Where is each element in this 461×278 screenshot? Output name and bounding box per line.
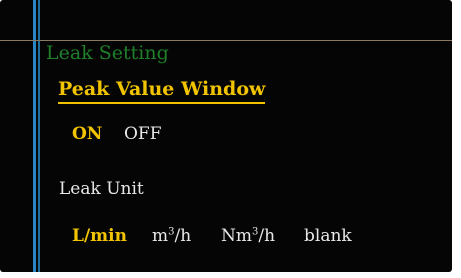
unit-m3h-base: m	[152, 226, 169, 246]
unit-option-blank[interactable]: blank	[304, 225, 352, 247]
page-heading: Leak Setting	[46, 42, 169, 64]
unit-option-m3h[interactable]: m3/h	[152, 225, 191, 247]
peak-option-on[interactable]: ON	[72, 123, 102, 145]
peak-value-window-title[interactable]: Peak Value Window	[58, 77, 266, 104]
unit-nm3h-base: Nm	[221, 226, 252, 246]
leak-unit-label: Leak Unit	[59, 179, 144, 199]
unit-option-nm3h[interactable]: Nm3/h	[221, 225, 275, 247]
screen: Leak Setting Peak Value Window ON OFF Le…	[0, 0, 461, 278]
unit-nm3h-suffix: /h	[258, 226, 276, 246]
settings-panel: Leak Setting Peak Value Window ON OFF Le…	[0, 0, 452, 272]
unit-m3h-suffix: /h	[174, 226, 192, 246]
unit-option-lmin[interactable]: L/min	[72, 225, 127, 247]
peak-option-off[interactable]: OFF	[124, 123, 162, 145]
